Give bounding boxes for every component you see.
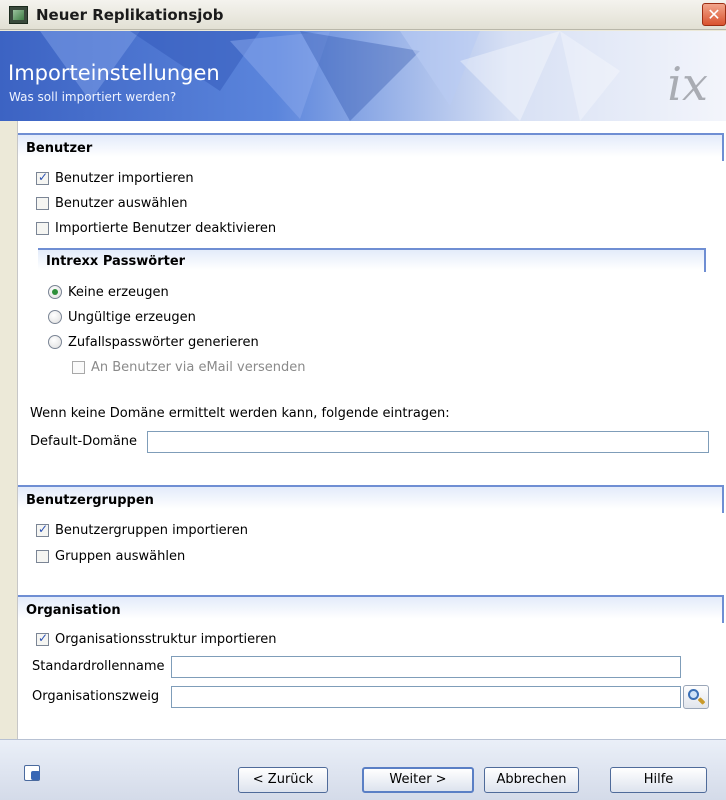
keine-erzeugen-radio[interactable]: [48, 285, 62, 299]
organisationsstruktur-label: Organisationsstruktur importieren: [55, 631, 277, 647]
settings-panel: Benutzer Benutzer importieren Benutzer a…: [17, 121, 726, 739]
default-domain-label: Default-Domäne: [30, 434, 138, 449]
group-header-organisation: Organisation: [26, 603, 121, 618]
group-intrexx-passwoerter: Intrexx Passwörter: [38, 248, 706, 272]
group-organisation: Organisation: [18, 595, 724, 623]
organisationszweig-input[interactable]: [171, 686, 681, 708]
header-banner: Importeinstellungen Was soll importiert …: [0, 31, 726, 121]
standardrollenname-input[interactable]: [171, 656, 681, 678]
page-title: Importeinstellungen: [8, 61, 220, 85]
page-subtitle: Was soll importiert werden?: [9, 90, 177, 104]
title-bar[interactable]: Neuer Replikationsjob ✕: [0, 0, 726, 30]
organisationsstruktur-checkbox[interactable]: [36, 631, 49, 646]
organisationszweig-label: Organisationszweig: [32, 689, 160, 704]
checkbox-row-benutzer-auswaehlen[interactable]: Benutzer auswählen: [36, 194, 187, 212]
gruppen-auswaehlen-label: Gruppen auswählen: [55, 548, 186, 564]
email-versenden-label: An Benutzer via eMail versenden: [91, 359, 306, 375]
group-header-benutzer: Benutzer: [26, 141, 93, 156]
gruppen-auswaehlen-checkbox[interactable]: [36, 549, 49, 563]
back-button[interactable]: < Zurück: [238, 767, 328, 793]
organisationszweig-search-button[interactable]: [683, 685, 709, 709]
cancel-button[interactable]: Abbrechen: [484, 767, 579, 793]
close-button[interactable]: ✕: [702, 3, 726, 26]
radio-row-keine-erzeugen[interactable]: Keine erzeugen: [48, 283, 169, 301]
checkbox-row-organisationsstruktur[interactable]: Organisationsstruktur importieren: [36, 630, 276, 648]
default-domain-input[interactable]: [147, 431, 709, 453]
standardrollenname-label: Standardrollenname: [32, 659, 165, 674]
keine-erzeugen-label: Keine erzeugen: [68, 284, 169, 300]
benutzer-auswaehlen-label: Benutzer auswählen: [55, 195, 188, 211]
zufallspasswoerter-label: Zufallspasswörter generieren: [68, 334, 259, 350]
help-context-icon[interactable]: [24, 765, 40, 781]
checkbox-row-benutzergruppen-importieren[interactable]: Benutzergruppen importieren: [36, 521, 248, 539]
ungueltige-erzeugen-label: Ungültige erzeugen: [68, 309, 196, 325]
dialog-footer: < Zurück Weiter > Abbrechen Hilfe: [0, 739, 726, 800]
group-header-passwoerter: Intrexx Passwörter: [46, 254, 186, 269]
checkbox-row-gruppen-auswaehlen[interactable]: Gruppen auswählen: [36, 547, 185, 565]
group-header-benutzergruppen: Benutzergruppen: [26, 493, 154, 508]
zufallspasswoerter-radio[interactable]: [48, 335, 62, 349]
benutzergruppen-importieren-label: Benutzergruppen importieren: [55, 522, 248, 538]
radio-row-ungueltige-erzeugen[interactable]: Ungültige erzeugen: [48, 308, 196, 326]
group-benutzer: Benutzer: [18, 133, 724, 161]
dialog-window: Neuer Replikationsjob ✕ Importeinstellun…: [0, 0, 726, 800]
domain-hint: Wenn keine Domäne ermittelt werden kann,…: [30, 406, 450, 421]
window-title: Neuer Replikationsjob: [36, 6, 224, 24]
benutzer-importieren-checkbox[interactable]: [36, 170, 49, 185]
benutzergruppen-importieren-checkbox[interactable]: [36, 522, 49, 537]
ix-logo: ix: [667, 57, 708, 111]
help-button[interactable]: Hilfe: [610, 767, 707, 793]
checkbox-row-benutzer-importieren[interactable]: Benutzer importieren: [36, 169, 194, 187]
benutzer-auswaehlen-checkbox[interactable]: [36, 196, 49, 210]
benutzer-deaktivieren-checkbox[interactable]: [36, 221, 49, 235]
app-icon: [9, 6, 28, 24]
email-versenden-checkbox[interactable]: [72, 360, 85, 374]
checkbox-row-email-versenden[interactable]: An Benutzer via eMail versenden: [72, 358, 306, 376]
benutzer-importieren-label: Benutzer importieren: [55, 170, 194, 186]
benutzer-deaktivieren-label: Importierte Benutzer deaktivieren: [55, 220, 277, 236]
checkbox-row-benutzer-deaktivieren[interactable]: Importierte Benutzer deaktivieren: [36, 219, 276, 237]
radio-row-zufallspasswoerter[interactable]: Zufallspasswörter generieren: [48, 333, 259, 351]
ungueltige-erzeugen-radio[interactable]: [48, 310, 62, 324]
next-button[interactable]: Weiter >: [362, 767, 474, 793]
group-benutzergruppen: Benutzergruppen: [18, 485, 724, 513]
